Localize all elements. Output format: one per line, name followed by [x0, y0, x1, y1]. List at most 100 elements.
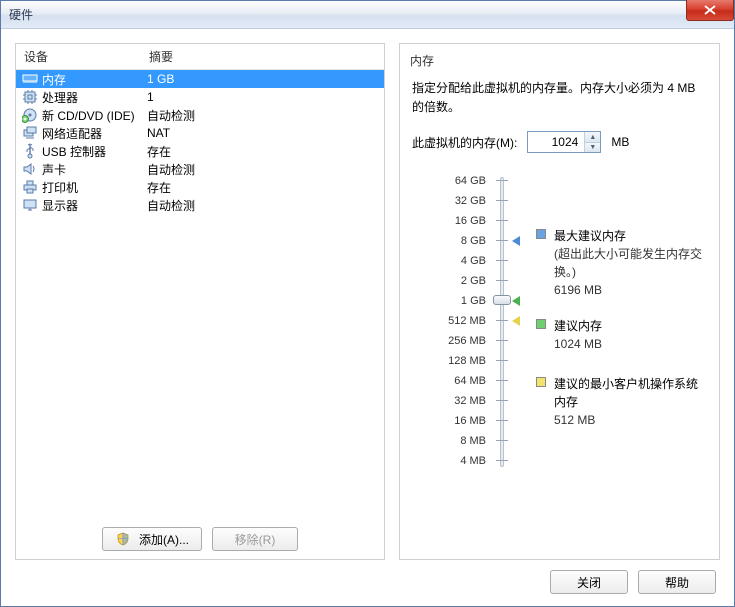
add-button-label: 添加(A)... — [139, 531, 189, 548]
device-row-display[interactable]: 显示器自动检测 — [16, 196, 384, 214]
tick-label: 512 MB — [440, 311, 486, 331]
device-summary: NAT — [147, 126, 384, 140]
legend-min-title: 建议的最小客户机操作系统内存 — [554, 375, 707, 411]
cd-icon — [22, 107, 38, 123]
device-name: 网络适配器 — [42, 125, 147, 142]
dialog-footer: 关闭 帮助 — [15, 560, 720, 596]
memory-spinner[interactable]: ▲ ▼ — [527, 131, 601, 153]
legend-max-title: 最大建议内存 — [554, 227, 707, 245]
tick-mark — [496, 380, 508, 381]
col-header-device[interactable]: 设备 — [24, 48, 149, 65]
tick-label: 256 MB — [440, 331, 486, 351]
slider-thumb[interactable] — [493, 295, 511, 305]
device-row-printer[interactable]: 打印机存在 — [16, 178, 384, 196]
memory-icon — [22, 71, 38, 87]
network-icon — [22, 125, 38, 141]
legend-min: 建议的最小客户机操作系统内存 512 MB — [536, 375, 707, 429]
legend-rec-value: 1024 MB — [554, 335, 602, 353]
tick-mark — [496, 280, 508, 281]
square-green-icon — [536, 319, 546, 329]
square-blue-icon — [536, 229, 546, 239]
add-button[interactable]: 添加(A)... — [102, 527, 202, 551]
memory-panel: 内存 指定分配给此虚拟机的内存量。内存大小必须为 4 MB 的倍数。 此虚拟机的… — [399, 43, 720, 560]
memory-slider-area: 64 GB32 GB16 GB8 GB4 GB2 GB1 GB512 MB256… — [412, 171, 707, 471]
cpu-icon — [22, 89, 38, 105]
tick-label: 4 MB — [440, 451, 486, 471]
device-name: 新 CD/DVD (IDE) — [42, 107, 147, 124]
printer-icon — [22, 179, 38, 195]
close-icon[interactable] — [686, 0, 734, 21]
titlebar[interactable]: 硬件 — [1, 1, 734, 29]
device-name: 声卡 — [42, 161, 147, 178]
device-list: 设备 摘要 内存1 GB处理器1新 CD/DVD (IDE)自动检测网络适配器N… — [16, 44, 384, 519]
display-icon — [22, 197, 38, 213]
tick-mark — [496, 440, 508, 441]
tick-mark — [496, 260, 508, 261]
device-name: 处理器 — [42, 89, 147, 106]
device-buttons: 添加(A)... 移除(R) — [16, 519, 384, 559]
device-row-network[interactable]: 网络适配器NAT — [16, 124, 384, 142]
tick-label: 8 GB — [440, 231, 486, 251]
rec-marker-icon — [512, 296, 520, 306]
usb-icon — [22, 143, 38, 159]
device-summary: 自动检测 — [147, 161, 384, 178]
tick-label: 1 GB — [440, 291, 486, 311]
slider-track-col — [492, 171, 520, 471]
memory-input-row: 此虚拟机的内存(M): ▲ ▼ MB — [412, 131, 707, 153]
tick-mark — [496, 360, 508, 361]
legend: 最大建议内存 (超出此大小可能发生内存交换。) 6196 MB 建议内存 102… — [520, 171, 707, 471]
tick-label: 4 GB — [440, 251, 486, 271]
device-row-cpu[interactable]: 处理器1 — [16, 88, 384, 106]
legend-min-value: 512 MB — [554, 411, 707, 429]
device-row-sound[interactable]: 声卡自动检测 — [16, 160, 384, 178]
tick-mark — [496, 240, 508, 241]
square-yellow-icon — [536, 377, 546, 387]
shield-icon — [115, 531, 131, 547]
min-marker-icon — [512, 316, 520, 326]
remove-button-label: 移除(R) — [235, 531, 276, 548]
col-header-summary[interactable]: 摘要 — [149, 48, 173, 65]
tick-label: 64 MB — [440, 371, 486, 391]
device-summary: 自动检测 — [147, 107, 384, 124]
tick-label: 128 MB — [440, 351, 486, 371]
tick-mark — [496, 340, 508, 341]
device-row-memory[interactable]: 内存1 GB — [16, 70, 384, 88]
memory-unit: MB — [611, 135, 629, 149]
close-button[interactable]: 关闭 — [550, 570, 628, 594]
device-summary: 存在 — [147, 179, 384, 196]
memory-input[interactable] — [528, 132, 584, 152]
device-list-panel: 设备 摘要 内存1 GB处理器1新 CD/DVD (IDE)自动检测网络适配器N… — [15, 43, 385, 560]
legend-rec-title: 建议内存 — [554, 317, 602, 335]
tick-label: 8 MB — [440, 431, 486, 451]
memory-title: 内存 — [400, 44, 719, 69]
device-summary: 1 — [147, 90, 384, 104]
remove-button: 移除(R) — [212, 527, 298, 551]
legend-max-note: (超出此大小可能发生内存交换。) — [554, 245, 707, 281]
device-list-header: 设备 摘要 — [16, 44, 384, 70]
device-row-usb[interactable]: USB 控制器存在 — [16, 142, 384, 160]
tick-mark — [496, 420, 508, 421]
device-summary: 1 GB — [147, 72, 384, 86]
spinner-down-icon[interactable]: ▼ — [585, 143, 600, 153]
tick-label: 16 GB — [440, 211, 486, 231]
tick-label: 32 MB — [440, 391, 486, 411]
legend-max-value: 6196 MB — [554, 281, 707, 299]
tick-mark — [496, 180, 508, 181]
tick-mark — [496, 320, 508, 321]
spinner-up-icon[interactable]: ▲ — [585, 132, 600, 143]
device-name: 显示器 — [42, 197, 147, 214]
help-button[interactable]: 帮助 — [638, 570, 716, 594]
device-row-cd[interactable]: 新 CD/DVD (IDE)自动检测 — [16, 106, 384, 124]
client-area: 设备 摘要 内存1 GB处理器1新 CD/DVD (IDE)自动检测网络适配器N… — [1, 29, 734, 606]
device-name: 内存 — [42, 71, 147, 88]
memory-desc: 指定分配给此虚拟机的内存量。内存大小必须为 4 MB 的倍数。 — [412, 79, 707, 117]
tick-label: 64 GB — [440, 171, 486, 191]
tick-label: 16 MB — [440, 411, 486, 431]
device-summary: 自动检测 — [147, 197, 384, 214]
sound-icon — [22, 161, 38, 177]
legend-rec: 建议内存 1024 MB — [536, 317, 602, 353]
tick-mark — [496, 220, 508, 221]
tick-label: 32 GB — [440, 191, 486, 211]
tick-mark — [496, 400, 508, 401]
hardware-dialog: 硬件 设备 摘要 内存1 GB处理器1新 CD/DVD (IDE)自动检测网络适… — [0, 0, 735, 607]
